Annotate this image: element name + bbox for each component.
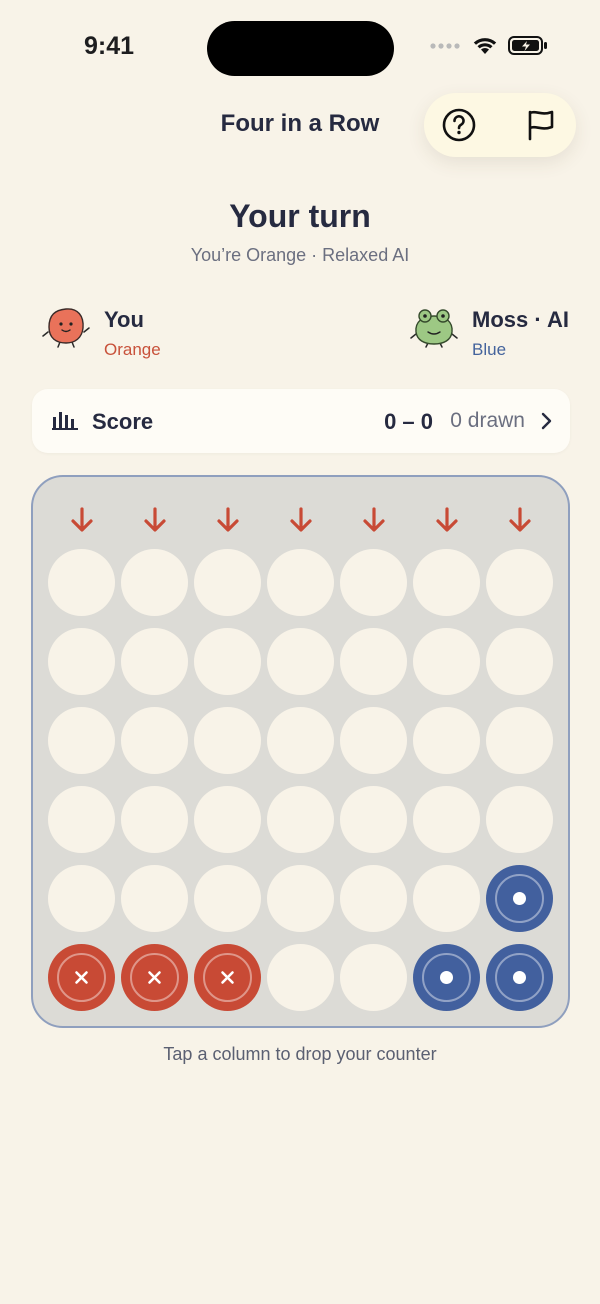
player-you-color: Orange bbox=[104, 340, 161, 359]
dot-mark-icon bbox=[513, 971, 526, 984]
board-cell[interactable] bbox=[194, 865, 261, 932]
drop-arrow-icon[interactable] bbox=[505, 505, 535, 535]
board-cell[interactable] bbox=[48, 549, 115, 616]
player-ai-name: Moss · AI bbox=[472, 307, 569, 332]
drop-arrow-icon[interactable] bbox=[67, 505, 97, 535]
orange-blob-avatar bbox=[42, 308, 90, 348]
board-cell[interactable] bbox=[267, 707, 334, 774]
board-cell[interactable] bbox=[340, 944, 407, 1011]
player-ai: Moss · AI Blue bbox=[410, 304, 569, 362]
header-actions bbox=[424, 93, 576, 157]
board-cell[interactable] bbox=[340, 786, 407, 853]
x-mark-icon bbox=[75, 971, 88, 984]
blue-counter bbox=[413, 944, 480, 1011]
orange-counter bbox=[121, 944, 188, 1011]
board-cell[interactable] bbox=[486, 786, 553, 853]
blue-counter bbox=[486, 865, 553, 932]
board-cell[interactable] bbox=[194, 549, 261, 616]
bar-chart-icon bbox=[52, 412, 78, 430]
board-cell[interactable] bbox=[48, 865, 115, 932]
board-cell[interactable] bbox=[121, 865, 188, 932]
player-you: You Orange bbox=[42, 304, 161, 362]
drop-arrow-icon[interactable] bbox=[359, 505, 389, 535]
turn-subtitle: You’re Orange · Relaxed AI bbox=[190, 245, 410, 265]
wifi-icon bbox=[473, 38, 497, 54]
signal-icon bbox=[430, 42, 460, 49]
board-cell[interactable] bbox=[340, 707, 407, 774]
game-board bbox=[31, 475, 570, 1028]
status-time: 9:41 bbox=[84, 32, 135, 60]
board-cell[interactable] bbox=[413, 786, 480, 853]
player-you-name: You bbox=[104, 307, 144, 332]
board-cell[interactable] bbox=[267, 628, 334, 695]
drop-arrow-icon[interactable] bbox=[286, 505, 316, 535]
board-cell[interactable] bbox=[267, 549, 334, 616]
board-cell[interactable] bbox=[121, 628, 188, 695]
board-cell[interactable] bbox=[267, 944, 334, 1011]
board-cell[interactable] bbox=[194, 628, 261, 695]
x-mark-icon bbox=[221, 971, 234, 984]
board-cell[interactable] bbox=[486, 549, 553, 616]
board-cell[interactable] bbox=[267, 786, 334, 853]
score-drawn: 0 drawn bbox=[450, 409, 525, 432]
blue-counter bbox=[486, 944, 553, 1011]
board-cell[interactable] bbox=[194, 707, 261, 774]
forfeit-button[interactable] bbox=[521, 105, 561, 145]
score-label: Score bbox=[92, 409, 154, 434]
x-mark-icon bbox=[148, 971, 161, 984]
hint-text: Tap a column to drop your counter bbox=[163, 1044, 437, 1064]
board-cell[interactable] bbox=[121, 549, 188, 616]
score-value: 0 – 0 bbox=[384, 409, 433, 434]
chevron-right-icon bbox=[541, 412, 552, 430]
dynamic-island bbox=[207, 21, 394, 76]
board-cell[interactable] bbox=[413, 628, 480, 695]
board-cell[interactable] bbox=[48, 707, 115, 774]
board-cell[interactable] bbox=[413, 707, 480, 774]
turn-title: Your turn bbox=[229, 198, 371, 234]
board-cell[interactable] bbox=[121, 786, 188, 853]
score-card[interactable]: Score 0 – 0 0 drawn bbox=[32, 389, 570, 453]
board-cell[interactable] bbox=[121, 707, 188, 774]
board-cell[interactable] bbox=[340, 865, 407, 932]
board-cell[interactable] bbox=[486, 707, 553, 774]
board-cell[interactable] bbox=[48, 628, 115, 695]
help-circle-icon bbox=[442, 108, 476, 142]
dot-mark-icon bbox=[513, 892, 526, 905]
drop-arrow-icon[interactable] bbox=[213, 505, 243, 535]
orange-counter bbox=[194, 944, 261, 1011]
status-icons bbox=[430, 36, 548, 55]
battery-icon bbox=[508, 36, 547, 55]
board-cell[interactable] bbox=[340, 628, 407, 695]
drop-arrow-icon[interactable] bbox=[140, 505, 170, 535]
flag-icon bbox=[528, 110, 554, 141]
help-button[interactable] bbox=[439, 105, 479, 145]
dot-mark-icon bbox=[440, 971, 453, 984]
board-cell[interactable] bbox=[267, 865, 334, 932]
board-cell[interactable] bbox=[340, 549, 407, 616]
board-cell[interactable] bbox=[194, 786, 261, 853]
orange-counter bbox=[48, 944, 115, 1011]
board-cell[interactable] bbox=[413, 865, 480, 932]
player-ai-color: Blue bbox=[472, 340, 507, 359]
drop-arrow-icon[interactable] bbox=[432, 505, 462, 535]
board-cell[interactable] bbox=[48, 786, 115, 853]
frog-avatar bbox=[410, 309, 458, 348]
board-cell[interactable] bbox=[413, 549, 480, 616]
board-cell[interactable] bbox=[486, 628, 553, 695]
